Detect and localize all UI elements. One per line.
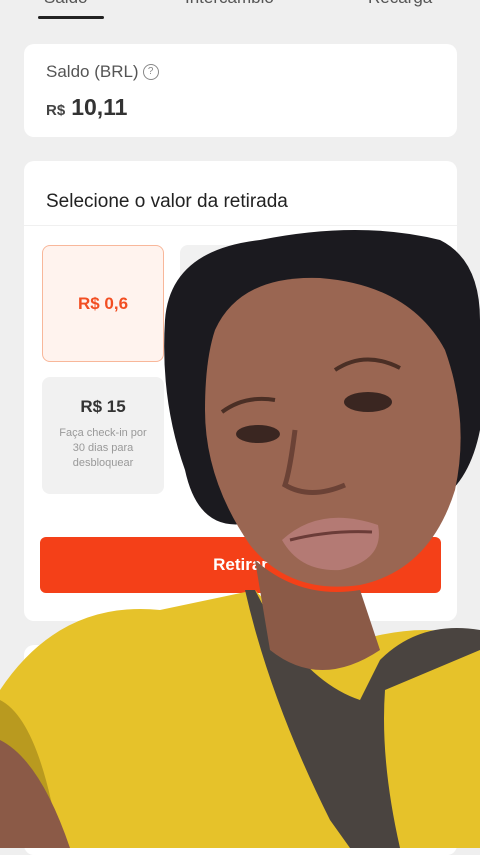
withdraw-option-2[interactable]: R$ ... (180, 245, 302, 362)
withdraw-button[interactable]: Retirar (40, 537, 441, 593)
active-tab-indicator (38, 16, 104, 19)
balance-amount: 10,11 (71, 94, 128, 120)
withdraw-card: Selecione o valor da retirada R$ 0,6 R$ … (24, 161, 457, 621)
balance-value-row: R$ 10,11 (46, 94, 127, 121)
tab-intercambio[interactable]: Intercâmbio (185, 0, 274, 8)
withdraw-option-0-6[interactable]: R$ 0,6 (42, 245, 164, 362)
divider (24, 225, 457, 226)
withdraw-option-note: Faça check-in por 30 dias para desbloque… (59, 427, 147, 469)
withdraw-option-15[interactable]: R$ 15 Faça check-in por 30 dias para des… (42, 377, 164, 494)
balance-label: Saldo (BRL) (46, 62, 139, 81)
help-icon[interactable]: ? (142, 64, 159, 80)
secondary-card (24, 645, 457, 855)
withdraw-title: Selecione o valor da retirada (46, 191, 288, 212)
withdraw-option-value: R$ 0,6 (77, 294, 129, 313)
withdraw-button-label: Retirar (213, 555, 268, 574)
withdraw-option-value: R$ 15 (80, 397, 126, 416)
withdraw-option-value: R$ ... (220, 265, 262, 284)
tab-recarga[interactable]: Recarga (368, 0, 432, 8)
tab-saldo[interactable]: Saldo (44, 0, 87, 8)
balance-card: Saldo (BRL) ? R$ 10,11 (24, 44, 457, 137)
tab-bar: Saldo Intercâmbio Recarga (0, 0, 480, 22)
balance-label-row: Saldo (BRL) ? (46, 62, 159, 82)
balance-currency: R$ (46, 102, 66, 119)
